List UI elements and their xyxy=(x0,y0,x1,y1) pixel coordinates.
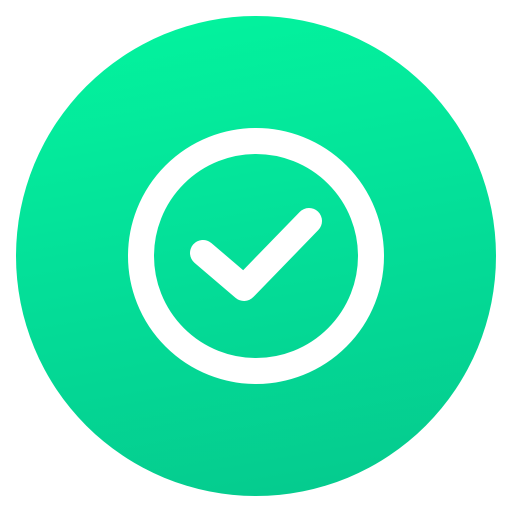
check-circle-icon xyxy=(128,128,384,384)
icon-canvas xyxy=(0,0,512,512)
check-ring xyxy=(128,128,384,384)
check-mark-icon xyxy=(190,208,322,301)
